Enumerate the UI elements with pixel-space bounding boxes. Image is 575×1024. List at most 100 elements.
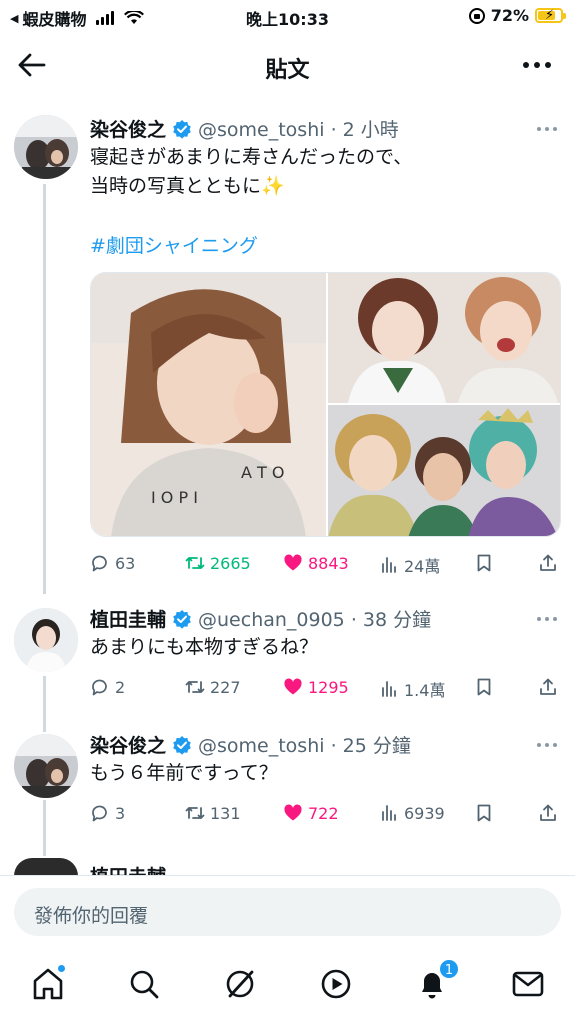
like-icon <box>284 554 302 571</box>
tab-notifications[interactable]: 1 <box>414 958 460 1002</box>
like-button[interactable]: 8843 <box>283 553 349 573</box>
post-author: 植田圭輔 @uechan_0905 · 38 分鐘 <box>90 605 431 632</box>
tab-search[interactable] <box>126 966 162 1002</box>
bookmark-button[interactable] <box>474 803 494 823</box>
avatar[interactable] <box>14 115 78 179</box>
views-count: 24萬 <box>404 557 441 576</box>
share-button[interactable] <box>538 553 558 573</box>
author-handle-time[interactable]: @some_toshi · 25 分鐘 <box>198 731 411 758</box>
tab-grok[interactable] <box>222 966 258 1002</box>
reply-count: 63 <box>115 553 136 573</box>
author-name[interactable]: 染谷俊之 <box>90 731 166 758</box>
post-text: 寝起きがあまりに寿さんだったので、 当時の写真とともに✨ <box>90 146 413 197</box>
views-button[interactable]: 6939 <box>379 803 445 823</box>
post-more-icon[interactable] <box>537 743 557 747</box>
like-button[interactable]: 1295 <box>283 677 349 697</box>
svg-text:I O P I: I O P I <box>151 488 198 507</box>
media-grid: A T O I O P I <box>90 272 561 537</box>
bookmark-icon <box>477 678 491 696</box>
views-button[interactable]: 24萬 <box>379 553 440 577</box>
status-bar-right: 72% ⚡ <box>468 6 566 25</box>
photo-3[interactable] <box>328 405 560 536</box>
battery-icon: ⚡ <box>535 8 566 23</box>
bookmark-icon <box>477 554 491 572</box>
post-more-icon[interactable] <box>537 617 557 621</box>
avatar[interactable] <box>14 858 78 876</box>
like-icon <box>284 678 302 695</box>
orientation-lock-icon <box>468 7 485 24</box>
post-author: 染谷俊之 @some_toshi · 2 小時 <box>90 115 399 142</box>
share-icon <box>540 678 556 695</box>
retweet-button[interactable]: 2665 <box>185 553 251 573</box>
like-button[interactable]: 722 <box>283 803 339 823</box>
tab-messages[interactable] <box>510 966 546 1002</box>
post-header: 貼文 <box>0 40 575 92</box>
reply-count: 2 <box>115 677 126 697</box>
share-icon <box>540 804 556 821</box>
retweet-count: 227 <box>210 677 241 697</box>
mail-icon <box>512 971 544 997</box>
retweet-icon <box>185 681 205 693</box>
grok-icon <box>226 970 254 998</box>
verified-icon <box>173 735 191 755</box>
hashtag-link[interactable]: #劇団シャイニング <box>90 231 258 258</box>
unread-dot <box>57 964 66 973</box>
views-icon <box>382 557 396 573</box>
avatar[interactable] <box>14 734 78 798</box>
like-count: 8843 <box>308 553 349 573</box>
photo-2[interactable] <box>328 273 560 403</box>
like-count: 1295 <box>308 677 349 697</box>
notification-badge: 1 <box>438 958 460 980</box>
reply-bar: 發佈你的回覆 <box>0 875 575 947</box>
share-icon <box>540 554 556 571</box>
post[interactable]: 染谷俊之 @some_toshi · 25 分鐘 もう６年前ですって？ 3 13… <box>0 731 575 841</box>
views-count: 6939 <box>404 803 445 823</box>
bookmark-button[interactable] <box>474 553 494 573</box>
battery-percent: 72% <box>490 6 529 25</box>
post[interactable]: 植田圭輔 @uechan_0905 · 38 分鐘 あまりにも本物すぎるね？ 2… <box>0 605 575 715</box>
action-bar: 2 227 1295 1.4萬 <box>90 675 560 701</box>
verified-icon <box>173 609 191 629</box>
action-bar: 63 2665 8843 24萬 <box>90 551 560 577</box>
reply-input[interactable]: 發佈你的回覆 <box>14 888 561 936</box>
reply-icon <box>92 805 107 822</box>
reply-button[interactable]: 2 <box>90 677 125 697</box>
post-text: もう６年前ですって？ <box>90 762 278 784</box>
author-handle-time[interactable]: @uechan_0905 · 38 分鐘 <box>198 605 431 632</box>
svg-text:A T O: A T O <box>241 463 284 482</box>
post[interactable]: 染谷俊之 @some_toshi · 2 小時 寝起きがあまりに寿さんだったので… <box>0 115 575 585</box>
views-button[interactable]: 1.4萬 <box>379 677 445 701</box>
retweet-button[interactable]: 227 <box>185 677 241 697</box>
like-count: 722 <box>308 803 339 823</box>
author-name[interactable]: 植田圭輔 <box>90 862 210 876</box>
views-icon <box>382 805 396 821</box>
post-more-icon[interactable] <box>537 127 557 131</box>
author-name[interactable]: 植田圭輔 <box>90 605 166 632</box>
reply-count: 3 <box>115 803 126 823</box>
reply-button[interactable]: 3 <box>90 803 125 823</box>
reply-icon <box>92 679 107 696</box>
tab-video[interactable] <box>318 966 354 1002</box>
author-handle-time[interactable]: @some_toshi · 2 小時 <box>198 115 399 142</box>
verified-icon <box>173 119 191 139</box>
page-title: 貼文 <box>265 58 310 83</box>
more-icon[interactable] <box>523 62 551 68</box>
post-author: 染谷俊之 @some_toshi · 25 分鐘 <box>90 731 411 758</box>
author-name[interactable]: 染谷俊之 <box>90 115 166 142</box>
reply-button[interactable]: 63 <box>90 553 135 573</box>
video-icon <box>321 969 351 999</box>
share-button[interactable] <box>538 803 558 823</box>
share-button[interactable] <box>538 677 558 697</box>
retweet-icon <box>185 807 205 819</box>
bookmark-button[interactable] <box>474 677 494 697</box>
photo-1[interactable]: A T O I O P I <box>91 273 326 536</box>
retweet-count: 2665 <box>210 553 251 573</box>
bookmark-icon <box>477 804 491 822</box>
status-bar: ◀ 蝦皮購物 晚上10:33 72% ⚡ <box>0 0 575 34</box>
views-icon <box>382 681 396 697</box>
retweet-button[interactable]: 131 <box>185 803 241 823</box>
tab-home[interactable] <box>30 964 66 1002</box>
post-text: あまりにも本物すぎるね？ <box>90 636 319 658</box>
search-icon <box>130 970 159 999</box>
avatar[interactable] <box>14 608 78 672</box>
